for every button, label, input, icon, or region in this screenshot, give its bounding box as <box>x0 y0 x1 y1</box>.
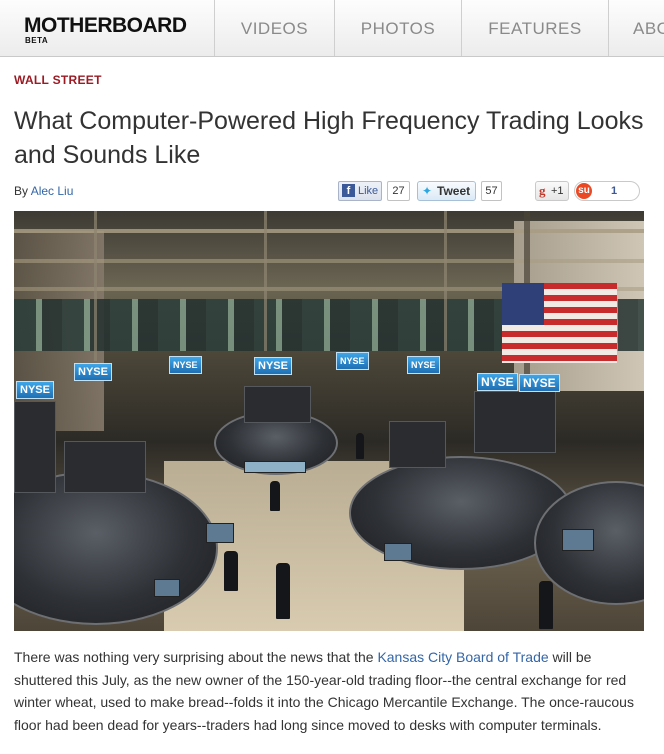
flag-union <box>502 283 544 325</box>
monitor-screen <box>206 523 234 543</box>
article-title: What Computer-Powered High Frequency Tra… <box>14 107 644 169</box>
site-logo: MOTHERBOARD <box>24 14 187 37</box>
tweet-button[interactable]: ✦ Tweet <box>417 181 476 201</box>
article-body-paragraph: There was nothing very surprising about … <box>14 646 642 736</box>
facebook-like-count: 27 <box>387 181 410 201</box>
hero-image-trading-floor: NYSE NYSE NYSE NYSE NYSE NYSE NYSE NYSE <box>14 211 644 631</box>
monitor-screen <box>154 579 180 597</box>
nyse-sign: NYSE <box>519 374 560 392</box>
byline-prefix: By <box>14 184 29 198</box>
facebook-icon: f <box>342 184 355 197</box>
site-logo-link[interactable]: MOTHERBOARD BETA <box>0 0 215 56</box>
nav-item-videos[interactable]: VIDEOS <box>215 0 335 56</box>
ceiling-column <box>94 211 97 361</box>
monitor-screen <box>384 543 412 561</box>
stumbleupon-button[interactable]: su 1 <box>574 181 640 201</box>
beta-label: BETA <box>25 36 49 45</box>
booth-tower <box>389 421 446 468</box>
trader-figure <box>270 481 280 511</box>
tweet-label: Tweet <box>437 184 471 198</box>
author-link[interactable]: Alec Liu <box>31 184 74 198</box>
ceiling-beam <box>14 259 644 263</box>
trader-figure <box>539 581 553 629</box>
nyse-sign: NYSE <box>477 373 518 391</box>
trader-figure <box>356 433 364 459</box>
nyse-sign: NYSE <box>74 363 112 381</box>
ceiling-beam <box>14 229 644 233</box>
body-text-part1: There was nothing very surprising about … <box>14 649 378 665</box>
top-navigation: MOTHERBOARD BETA VIDEOS PHOTOS FEATURES … <box>0 0 664 57</box>
trader-figure <box>276 563 290 619</box>
nyse-sign: NYSE <box>407 356 440 374</box>
byline: By Alec Liu <box>14 184 73 198</box>
facebook-like-button[interactable]: f Like <box>338 181 382 201</box>
google-plus-label: +1 <box>551 185 564 197</box>
trader-figure <box>224 551 238 591</box>
ceiling-column <box>264 211 267 351</box>
nav-item-features[interactable]: FEATURES <box>462 0 609 56</box>
tweet-count: 57 <box>481 181 502 201</box>
stumbleupon-count: 1 <box>611 185 618 197</box>
google-plus-button[interactable]: g +1 <box>535 181 569 201</box>
booth-tower <box>474 391 556 453</box>
nyse-sign: NYSE <box>16 381 54 399</box>
google-plus-icon: g <box>539 183 546 198</box>
stumbleupon-icon: su <box>576 183 592 199</box>
monitor-screen <box>244 461 306 473</box>
american-flag <box>502 283 617 363</box>
nyse-sign: NYSE <box>254 357 292 375</box>
booth-tower <box>64 441 146 493</box>
monitor-screen <box>562 529 594 551</box>
booth-tower <box>244 386 311 423</box>
ceiling-column <box>444 211 447 351</box>
facebook-like-label: Like <box>358 185 379 197</box>
kansas-city-board-of-trade-link[interactable]: Kansas City Board of Trade <box>377 649 548 665</box>
nyse-sign: NYSE <box>336 352 369 370</box>
booth-tower <box>14 401 56 493</box>
nav-item-about[interactable]: ABOUT <box>609 0 664 56</box>
nav-item-photos[interactable]: PHOTOS <box>335 0 462 56</box>
twitter-bird-icon: ✦ <box>422 184 433 198</box>
section-label[interactable]: WALL STREET <box>14 73 102 87</box>
nyse-sign: NYSE <box>169 356 202 374</box>
